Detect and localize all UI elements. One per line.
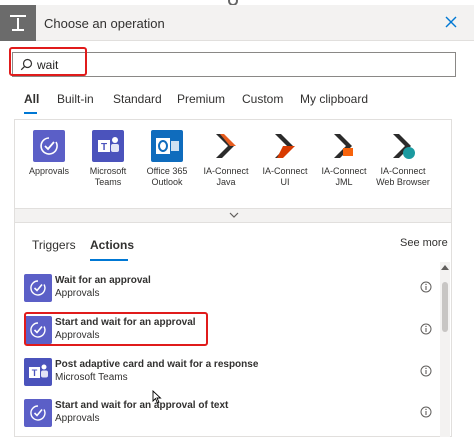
search-box[interactable] (12, 52, 456, 77)
approvals-icon (24, 274, 52, 302)
info-icon[interactable] (420, 406, 432, 418)
connector-ia-connect-jml[interactable]: IA-Connect JML (312, 130, 376, 188)
header-title: Choose an operation (44, 16, 165, 31)
action-name: Start and wait for an approval (55, 317, 196, 328)
operation-header: Choose an operation (0, 5, 474, 41)
svg-text:T: T (101, 142, 107, 153)
info-icon[interactable] (420, 281, 432, 293)
actions-scrollbar[interactable] (440, 262, 450, 437)
connector-label-line2: Outlook (151, 177, 183, 187)
connector-label-line2: Web Browser (376, 177, 430, 187)
active-subtab-indicator (90, 259, 128, 261)
tab-custom[interactable]: Custom (242, 92, 283, 106)
approvals-icon (24, 316, 52, 344)
search-input[interactable] (37, 55, 447, 74)
action-connector: Approvals (55, 288, 100, 299)
connector-microsoft-teams[interactable]: T Microsoft Teams (76, 130, 140, 188)
connector-label: Approvals (28, 166, 70, 176)
connector-label: IA-Connect (380, 166, 426, 176)
ia-connect-ui-icon (269, 130, 301, 162)
approvals-icon (33, 130, 65, 162)
connector-label: Office 365 (146, 166, 188, 176)
action-item[interactable]: Start and wait for an approval of text A… (22, 397, 438, 433)
action-name: Start and wait for an approval of text (55, 400, 229, 411)
ia-connect-java-icon (210, 130, 242, 162)
tab-triggers[interactable]: Triggers (32, 238, 76, 252)
search-icon (20, 58, 33, 71)
action-connector: Approvals (55, 413, 100, 424)
connector-label-line2: Java (216, 177, 236, 187)
svg-text:T: T (32, 368, 38, 378)
connector-ia-connect-ui[interactable]: IA-Connect UI (253, 130, 317, 188)
ia-connect-jml-icon (328, 130, 360, 162)
approvals-icon (24, 399, 52, 427)
action-item[interactable]: T Post adaptive card and wait for a resp… (22, 356, 438, 392)
scroll-up-icon[interactable] (441, 264, 449, 270)
tab-built-in[interactable]: Built-in (57, 92, 94, 106)
connector-grid: Approvals T Microsoft Teams Office 365 Out… (14, 119, 452, 209)
action-name: Post adaptive card and wait for a respon… (55, 359, 259, 370)
connector-label-line2: JML (335, 177, 353, 187)
connector-ia-connect-java[interactable]: IA-Connect Java (194, 130, 258, 188)
action-item[interactable]: Wait for an approval Approvals (22, 272, 438, 308)
tab-my-clipboard[interactable]: My clipboard (300, 92, 368, 106)
connector-label: IA-Connect (262, 166, 308, 176)
info-icon[interactable] (420, 323, 432, 335)
connector-approvals[interactable]: Approvals (17, 130, 81, 177)
tab-premium[interactable]: Premium (177, 92, 225, 106)
close-icon[interactable] (444, 15, 458, 29)
operation-icon (0, 5, 36, 41)
scrollbar-thumb[interactable] (442, 282, 448, 332)
chevron-down-icon (229, 212, 239, 218)
tab-all[interactable]: All (24, 92, 39, 106)
teams-icon: T (92, 130, 124, 162)
connector-label-line2: Teams (94, 177, 122, 187)
active-tab-indicator (24, 112, 37, 114)
connector-office-365-outlook[interactable]: Office 365 Outlook (135, 130, 199, 188)
action-connector: Microsoft Teams (55, 372, 128, 383)
teams-icon: T (24, 358, 52, 386)
see-more-link[interactable]: See more (400, 237, 448, 249)
connector-ia-connect-web-browser[interactable]: IA-Connect Web Browser (371, 130, 435, 188)
mouse-cursor-icon (152, 390, 162, 404)
connector-label: Microsoft (89, 166, 127, 176)
expand-connectors-toggle[interactable] (14, 209, 452, 223)
action-name: Wait for an approval (55, 275, 151, 286)
step-icon (10, 15, 26, 31)
info-icon[interactable] (420, 365, 432, 377)
ia-connect-web-browser-icon (387, 130, 419, 162)
connector-label: IA-Connect (321, 166, 367, 176)
action-item[interactable]: Start and wait for an approval Approvals (22, 314, 438, 350)
tab-standard[interactable]: Standard (113, 92, 162, 106)
tab-actions[interactable]: Actions (90, 238, 134, 252)
connector-label-line2: UI (280, 177, 290, 187)
action-connector: Approvals (55, 330, 100, 341)
outlook-icon (151, 130, 183, 162)
connector-label: IA-Connect (203, 166, 249, 176)
